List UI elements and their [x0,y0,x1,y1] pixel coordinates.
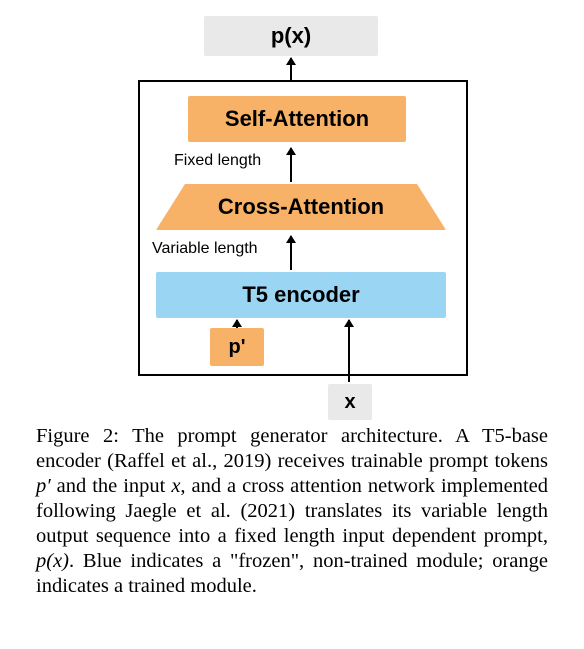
arrow-pprime-to-t5 [236,320,238,328]
t5-encoder-label: T5 encoder [242,282,359,308]
architecture-diagram: p(x) Self-Attention Fixed length Cross-A… [18,8,566,418]
variable-length-label: Variable length [152,240,258,258]
self-attention-block: Self-Attention [188,96,406,142]
arrow-x-to-t5 [348,320,350,382]
output-label: p(x) [271,23,311,49]
caption-prefix: Figure 2: [36,425,132,447]
self-attention-label: Self-Attention [225,106,369,132]
cross-attention-label: Cross-Attention [218,194,384,220]
caption-body-2: and the input [51,475,172,497]
caption-body-4: . Blue indicates a "frozen", non-trained… [36,550,548,597]
p-prime-block: p' [210,328,264,366]
cross-attention-block: Cross-Attention [156,184,446,230]
x-input-block: x [328,384,372,420]
caption-px: p(x) [36,550,69,572]
caption-pprime: p′ [36,475,51,497]
x-input-label: x [344,391,355,414]
arrow-t5-to-cross [290,236,292,270]
arrow-cross-to-self [290,148,292,182]
p-prime-label: p' [229,336,246,359]
figure: p(x) Self-Attention Fixed length Cross-A… [0,0,584,599]
t5-encoder-block: T5 encoder [156,272,446,318]
output-p-of-x-block: p(x) [204,16,378,56]
figure-caption: Figure 2: The prompt generator architect… [18,418,566,599]
fixed-length-label: Fixed length [174,152,261,170]
